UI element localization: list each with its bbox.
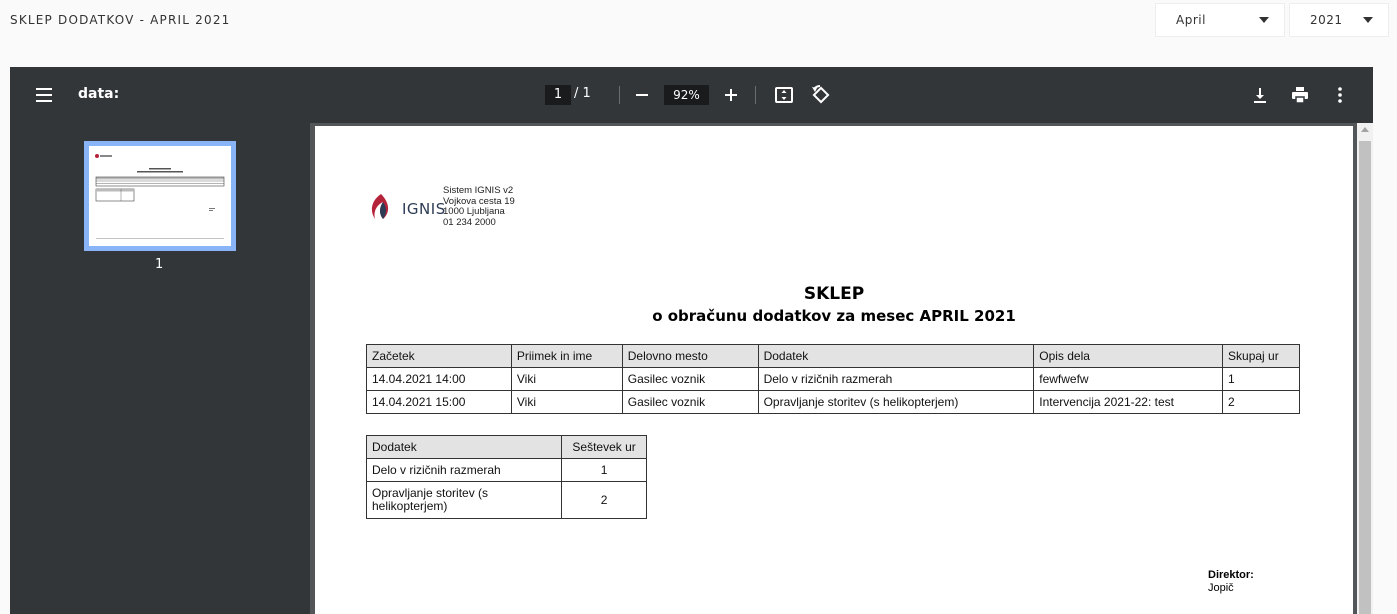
fit-page-icon[interactable] [772, 83, 796, 107]
top-bar: SKLEP DODATKOV - APRIL 2021 April 2021 [0, 0, 1397, 67]
column-header: Začetek [366, 344, 512, 368]
page-thumbnail[interactable] [84, 141, 236, 251]
zoom-out-icon[interactable] [630, 83, 654, 107]
document-pane: IGNIS Sistem IGNIS v2 Vojkova cesta 19 1… [310, 123, 1373, 614]
page-number-input[interactable]: 1 [545, 85, 571, 105]
chevron-down-icon [1363, 17, 1373, 23]
column-header: Skupaj ur [1222, 344, 1300, 368]
thumbnail-sidebar: 1 [10, 123, 310, 614]
table-cell: 14.04.2021 14:00 [366, 367, 512, 391]
zoom-in-icon[interactable] [719, 83, 743, 107]
table-cell: 1 [1222, 367, 1300, 391]
address-line: 1000 Ljubljana [443, 206, 505, 217]
table-cell: Viki [510, 390, 623, 414]
table-cell: Gasilec voznik [621, 390, 759, 414]
table-cell: Viki [510, 367, 623, 391]
year-select-value: 2021 [1310, 13, 1343, 27]
menu-icon[interactable] [36, 88, 52, 102]
table-cell: Opravljanje storitev (s helikopterjem) [365, 481, 563, 519]
address-line: 01 234 2000 [443, 216, 496, 228]
logo-text: IGNIS [402, 200, 446, 218]
page-title: SKLEP DODATKOV - APRIL 2021 [10, 13, 231, 27]
ignis-logo: IGNIS [367, 192, 447, 226]
table-cell: 14.04.2021 15:00 [366, 390, 512, 414]
column-header: Priimek in ime [510, 344, 623, 368]
year-select[interactable]: 2021 [1289, 3, 1389, 37]
print-icon[interactable] [1288, 83, 1312, 107]
rotate-icon[interactable] [808, 83, 832, 107]
pdf-page: IGNIS Sistem IGNIS v2 Vojkova cesta 19 1… [315, 126, 1353, 614]
pdf-viewer: data: 1 / 1 92% 1 IGNIS Sistem IGNIS v2 … [10, 67, 1373, 614]
column-header: Delovno mesto [621, 344, 759, 368]
month-select-value: April [1176, 13, 1206, 27]
table-header-row: Začetek Priimek in ime Delovno mesto Dod… [366, 344, 1300, 368]
table-cell: 2 [561, 481, 647, 519]
pdf-toolbar: data: 1 / 1 92% [10, 67, 1373, 123]
page-count: / 1 [574, 86, 591, 101]
table-cell: Delo v rizičnih razmerah [365, 458, 563, 482]
month-select[interactable]: April [1155, 3, 1285, 37]
summary-table: Dodatek Seštevek ur Delo v rizičnih razm… [365, 435, 647, 519]
more-icon[interactable] [1328, 83, 1352, 107]
column-header: Seštevek ur [561, 435, 647, 459]
document-subtitle: o obračunu dodatkov za mesec APRIL 2021 [652, 307, 1016, 325]
table-row: Delo v rizičnih razmerah 1 [365, 458, 647, 482]
table-header-row: Dodatek Seštevek ur [365, 435, 647, 459]
table-cell: 2 [1222, 390, 1300, 414]
chevron-down-icon [1259, 17, 1269, 23]
table-cell: 1 [561, 458, 647, 482]
toolbar-divider [755, 86, 756, 104]
signature-name: Jopič [1208, 582, 1234, 594]
table-cell: Opravljanje storitev (s helikopterjem) [757, 390, 1035, 414]
zoom-input[interactable]: 92% [664, 85, 709, 105]
toolbar-divider [619, 86, 620, 104]
address-line: Sistem IGNIS v2 [443, 185, 514, 196]
thumbnail-preview [89, 146, 231, 246]
table-row: Opravljanje storitev (s helikopterjem) 2 [365, 481, 647, 519]
signature-label: Direktor: [1208, 569, 1254, 581]
table-cell: Intervencija 2021-22: test [1033, 390, 1224, 414]
scrollbar-thumb[interactable] [1359, 141, 1371, 614]
vertical-scrollbar[interactable] [1357, 123, 1373, 614]
table-cell: Delo v rizičnih razmerah [757, 367, 1035, 391]
document-title: SKLEP [803, 284, 865, 304]
column-header: Dodatek [365, 435, 563, 459]
document-title: data: [78, 86, 120, 102]
table-cell: Gasilec voznik [621, 367, 759, 391]
table-row: 14.04.2021 14:00 Viki Gasilec voznik Del… [366, 367, 1300, 391]
table-cell: fewfwefw [1033, 367, 1224, 391]
table-row: 14.04.2021 15:00 Viki Gasilec voznik Opr… [366, 390, 1300, 414]
allowance-table: Začetek Priimek in ime Delovno mesto Dod… [366, 344, 1300, 414]
column-header: Dodatek [757, 344, 1035, 368]
signature-block: Direktor: Jopič [1208, 569, 1254, 595]
column-header: Opis dela [1033, 344, 1224, 368]
download-icon[interactable] [1248, 83, 1272, 107]
thumbnail-page-number: 1 [155, 257, 164, 272]
company-address: Sistem IGNIS v2 Vojkova cesta 19 1000 Lj… [443, 185, 515, 228]
scroll-up-icon[interactable] [1361, 127, 1369, 132]
